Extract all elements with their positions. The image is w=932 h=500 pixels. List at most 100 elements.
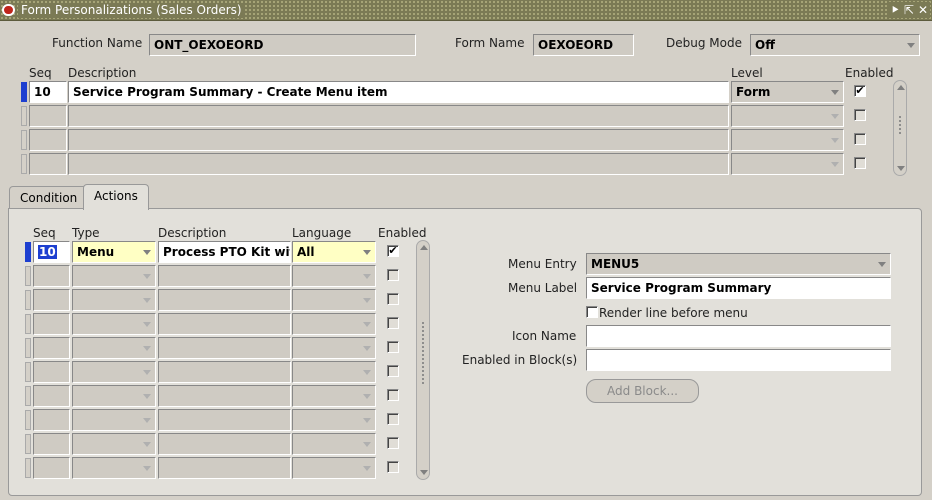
rule-level-select[interactable]	[731, 153, 844, 175]
action-seq-field[interactable]	[33, 433, 70, 455]
action-language-select[interactable]	[292, 361, 376, 383]
row-indicator[interactable]	[25, 338, 31, 358]
function-name-field[interactable]: ONT_OEXOEORD	[149, 34, 416, 56]
rule-enabled-checkbox[interactable]	[854, 133, 866, 145]
action-enabled-checkbox[interactable]	[387, 341, 399, 353]
menu-label-field[interactable]: Service Program Summary	[586, 277, 891, 299]
action-seq-field[interactable]	[33, 457, 70, 479]
chevron-down-icon[interactable]	[143, 298, 151, 303]
row-indicator[interactable]	[25, 458, 31, 478]
chevron-down-icon[interactable]	[143, 346, 151, 351]
scroll-grip-icon[interactable]	[421, 321, 425, 385]
row-indicator[interactable]	[25, 290, 31, 310]
action-language-select[interactable]: All	[292, 241, 376, 263]
action-enabled-checkbox[interactable]	[387, 437, 399, 449]
action-enabled-checkbox[interactable]	[387, 269, 399, 281]
action-seq-field[interactable]: 10	[33, 241, 70, 263]
rule-seq-field[interactable]	[29, 153, 67, 175]
action-description-field[interactable]	[158, 313, 291, 335]
chevron-down-icon[interactable]	[831, 90, 839, 95]
action-description-field[interactable]	[158, 433, 291, 455]
action-seq-field[interactable]	[33, 385, 70, 407]
rule-enabled-checkbox[interactable]: ✔	[854, 85, 866, 97]
form-name-field[interactable]: OEXOEORD	[533, 34, 634, 56]
rule-description-field[interactable]	[68, 129, 729, 151]
action-seq-field[interactable]	[33, 289, 70, 311]
action-language-select[interactable]	[292, 289, 376, 311]
chevron-down-icon[interactable]	[143, 370, 151, 375]
action-type-select[interactable]	[72, 289, 156, 311]
rule-seq-field[interactable]	[29, 129, 67, 151]
chevron-down-icon[interactable]	[363, 322, 371, 327]
action-enabled-checkbox[interactable]	[387, 317, 399, 329]
rule-level-select[interactable]: Form	[731, 81, 844, 103]
action-seq-field[interactable]	[33, 313, 70, 335]
tab-condition[interactable]: Condition	[9, 186, 89, 210]
chevron-down-icon[interactable]	[831, 162, 839, 167]
rule-enabled-checkbox[interactable]	[854, 109, 866, 121]
chevron-down-icon[interactable]	[363, 418, 371, 423]
chevron-down-icon[interactable]	[907, 43, 915, 48]
action-enabled-checkbox[interactable]	[387, 365, 399, 377]
chevron-down-icon[interactable]	[363, 250, 371, 255]
action-description-field[interactable]	[158, 409, 291, 431]
scroll-up-icon[interactable]	[897, 85, 905, 90]
action-description-field[interactable]	[158, 265, 291, 287]
render-line-checkbox[interactable]	[586, 306, 598, 318]
scroll-grip-icon[interactable]	[898, 115, 902, 135]
action-enabled-checkbox[interactable]	[387, 461, 399, 473]
chevron-down-icon[interactable]	[143, 442, 151, 447]
action-type-select[interactable]	[72, 337, 156, 359]
maximize-icon[interactable]: ⇱	[904, 2, 914, 18]
row-indicator[interactable]	[25, 410, 31, 430]
icon-name-field[interactable]	[586, 325, 891, 347]
rule-level-select[interactable]	[731, 105, 844, 127]
chevron-down-icon[interactable]	[878, 262, 886, 267]
action-type-select[interactable]	[72, 265, 156, 287]
row-indicator[interactable]	[21, 154, 27, 174]
action-seq-field[interactable]	[33, 265, 70, 287]
close-icon[interactable]: ✕	[918, 2, 928, 18]
chevron-down-icon[interactable]	[143, 418, 151, 423]
chevron-down-icon[interactable]	[363, 346, 371, 351]
chevron-down-icon[interactable]	[143, 274, 151, 279]
rule-level-select[interactable]	[731, 129, 844, 151]
action-seq-field[interactable]	[33, 337, 70, 359]
rule-enabled-checkbox[interactable]	[854, 157, 866, 169]
action-language-select[interactable]	[292, 337, 376, 359]
action-type-select[interactable]	[72, 409, 156, 431]
rules-scrollbar[interactable]	[893, 80, 907, 176]
scroll-up-icon[interactable]	[420, 245, 428, 250]
action-description-field[interactable]	[158, 289, 291, 311]
action-language-select[interactable]	[292, 265, 376, 287]
action-type-select[interactable]: Menu	[72, 241, 156, 263]
add-block-button[interactable]: Add Block...	[586, 379, 699, 403]
action-description-field[interactable]	[158, 457, 291, 479]
row-indicator[interactable]	[25, 386, 31, 406]
rule-description-field[interactable]: Service Program Summary - Create Menu it…	[68, 81, 729, 103]
row-indicator[interactable]	[21, 82, 27, 102]
menu-entry-select[interactable]: MENU5	[586, 253, 891, 275]
action-language-select[interactable]	[292, 457, 376, 479]
action-enabled-checkbox[interactable]	[387, 389, 399, 401]
chevron-down-icon[interactable]	[363, 274, 371, 279]
row-indicator[interactable]	[25, 242, 31, 262]
chevron-down-icon[interactable]	[143, 466, 151, 471]
chevron-down-icon[interactable]	[363, 394, 371, 399]
scroll-down-icon[interactable]	[897, 166, 905, 171]
chevron-down-icon[interactable]	[143, 250, 151, 255]
chevron-down-icon[interactable]	[831, 138, 839, 143]
row-indicator[interactable]	[25, 434, 31, 454]
rule-seq-field[interactable]	[29, 105, 67, 127]
rule-seq-field[interactable]: 10	[29, 81, 67, 103]
chevron-down-icon[interactable]	[363, 466, 371, 471]
scroll-down-icon[interactable]	[420, 470, 428, 475]
row-indicator[interactable]	[25, 362, 31, 382]
action-enabled-checkbox[interactable]: ✔	[387, 245, 399, 257]
chevron-down-icon[interactable]	[363, 298, 371, 303]
action-enabled-checkbox[interactable]	[387, 293, 399, 305]
action-language-select[interactable]	[292, 409, 376, 431]
action-seq-field[interactable]	[33, 409, 70, 431]
action-type-select[interactable]	[72, 385, 156, 407]
row-indicator[interactable]	[25, 314, 31, 334]
